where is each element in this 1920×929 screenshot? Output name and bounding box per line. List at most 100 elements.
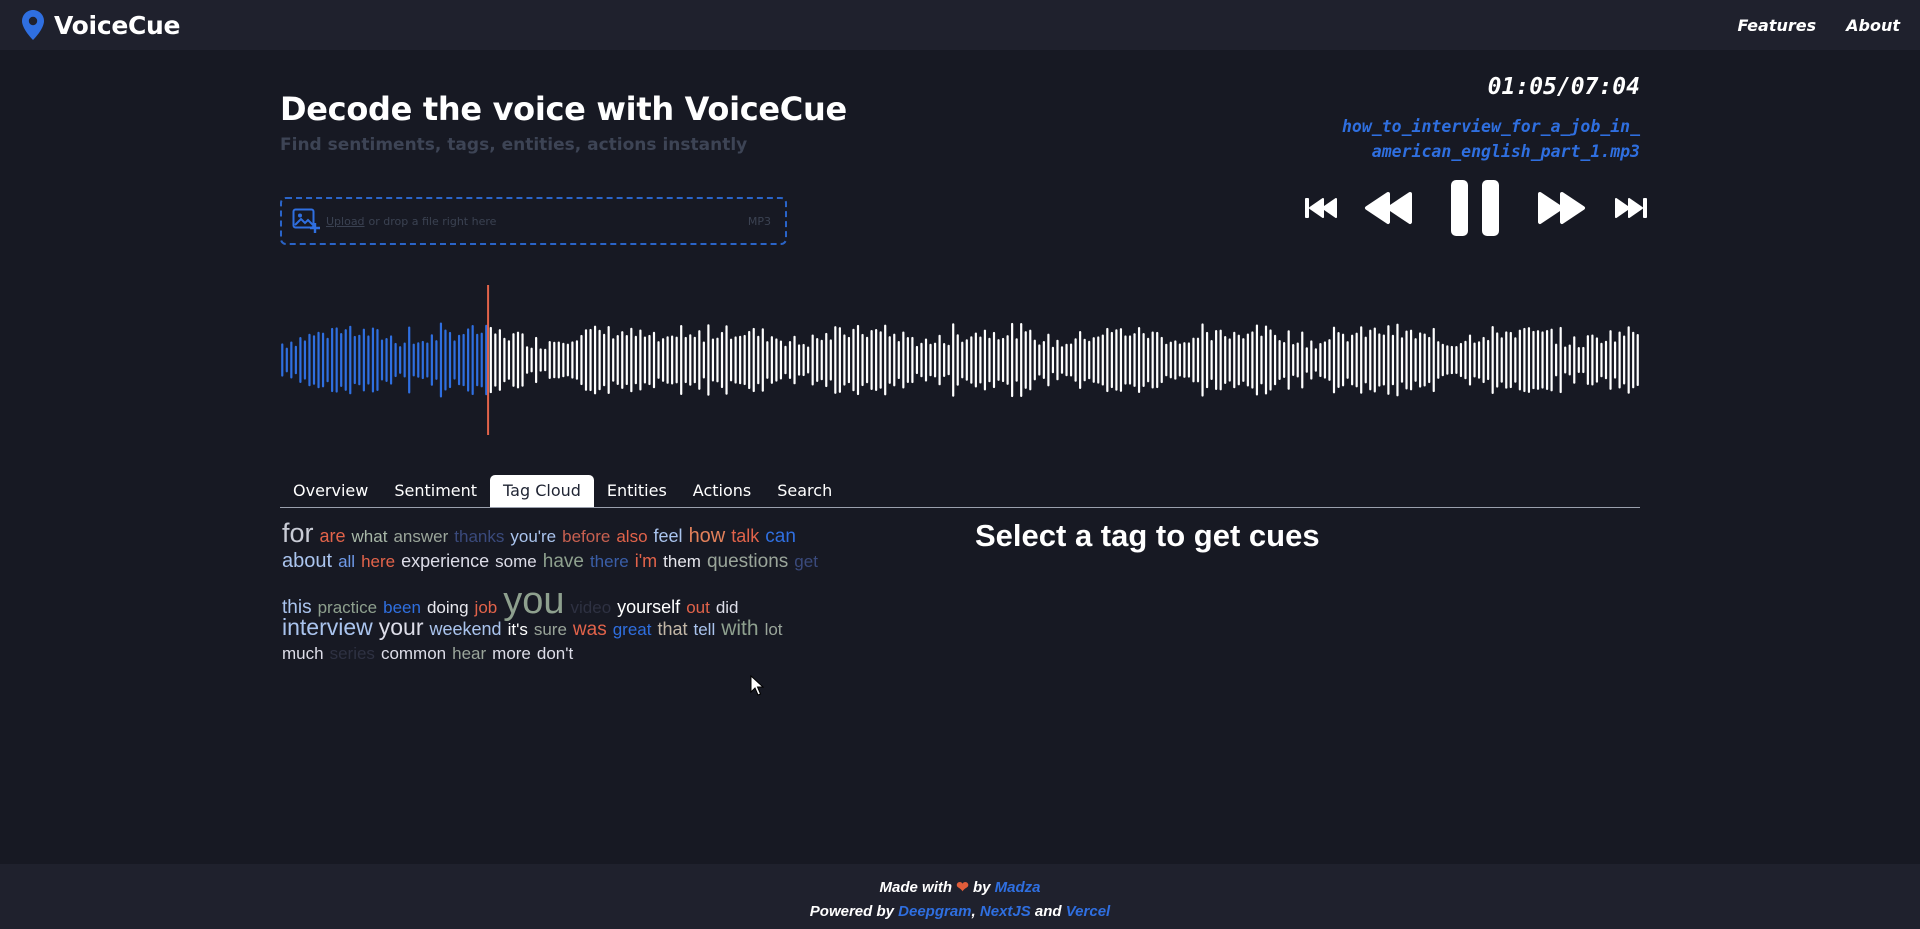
pause-button[interactable] — [1449, 178, 1501, 238]
tab-overview[interactable]: Overview — [280, 475, 381, 507]
tag-series[interactable]: series — [330, 644, 375, 664]
brand-name: VoiceCue — [54, 10, 181, 40]
pause-icon — [1451, 180, 1499, 236]
tag-dont[interactable]: don't — [537, 644, 573, 664]
tag-im[interactable]: i'm — [635, 551, 657, 572]
footer-by: by — [972, 879, 991, 896]
tab-actions[interactable]: Actions — [680, 475, 764, 507]
tag-common[interactable]: common — [381, 644, 446, 664]
add-image-icon — [292, 208, 320, 234]
tag-weekend[interactable]: weekend — [430, 619, 502, 640]
tag-interview[interactable]: interview — [282, 614, 373, 641]
author-link[interactable]: Madza — [995, 879, 1041, 896]
tab-search[interactable]: Search — [764, 475, 845, 507]
skip-forward-icon — [1615, 198, 1647, 218]
footer-and: and — [1034, 903, 1062, 920]
tab-bar: Overview Sentiment Tag Cloud Entities Ac… — [280, 475, 1640, 508]
footer-powered: Powered by Deepgram, NextJS and Vercel — [809, 903, 1111, 920]
page-title: Decode the voice with VoiceCue — [280, 90, 847, 128]
heart-icon: ❤ — [956, 879, 969, 896]
top-navbar: VoiceCue Features About — [0, 0, 1920, 50]
tag-tell[interactable]: tell — [693, 620, 715, 640]
tag-can[interactable]: can — [765, 526, 796, 548]
tag-some[interactable]: some — [495, 552, 537, 572]
nav-link-features[interactable]: Features — [1737, 16, 1816, 35]
skip-forward-button[interactable] — [1614, 196, 1648, 220]
tag-how[interactable]: how — [689, 525, 726, 548]
page-subtitle: Find sentiments, tags, entities, actions… — [280, 135, 748, 155]
footer-powered-by: Powered by — [809, 903, 894, 920]
tag-have[interactable]: have — [543, 551, 584, 573]
file-type-label: MP3 — [747, 214, 771, 228]
tag-feel[interactable]: feel — [654, 526, 683, 547]
tag-was[interactable]: was — [573, 619, 607, 641]
tag-answer[interactable]: answer — [393, 527, 448, 547]
tag-video[interactable]: video — [571, 598, 612, 618]
tag-get[interactable]: get — [794, 552, 818, 572]
fast-forward-button[interactable] — [1536, 191, 1586, 225]
tag-what[interactable]: what — [352, 527, 388, 547]
file-name-line-1: how_to_interview_for_a_job_in_ — [1341, 117, 1640, 136]
fast-forward-icon — [1538, 192, 1585, 224]
brand[interactable]: VoiceCue — [22, 10, 181, 40]
player-controls — [1300, 175, 1650, 241]
file-name: how_to_interview_for_a_job_in_ american_… — [1260, 114, 1640, 164]
tag-out[interactable]: out — [686, 598, 710, 618]
mouse-cursor-icon — [750, 675, 764, 696]
deepgram-link[interactable]: Deepgram — [898, 903, 971, 920]
tag-also[interactable]: also — [616, 527, 647, 547]
upload-dropzone[interactable]: Upload or drop a file right here MP3 — [280, 197, 787, 245]
location-pin-icon — [22, 10, 44, 40]
tab-entities[interactable]: Entities — [594, 475, 680, 507]
tag-did[interactable]: did — [716, 598, 739, 618]
tag-cloud: for are what answer thanks you're before also fe… — [282, 518, 952, 670]
tag-hear[interactable]: hear — [452, 644, 486, 664]
skip-back-button[interactable] — [1304, 196, 1338, 220]
tag-job[interactable]: job — [475, 598, 498, 618]
tag-thanks[interactable]: thanks — [454, 527, 504, 547]
upload-hint: or drop a file right here — [368, 214, 497, 228]
tag-experience[interactable]: experience — [401, 551, 489, 572]
tag-are[interactable]: are — [320, 526, 346, 547]
vercel-link[interactable]: Vercel — [1066, 903, 1110, 920]
tag-doing[interactable]: doing — [427, 598, 469, 618]
tag-cloud-row: this practice been doing job you video yourself… — [282, 580, 952, 622]
tag-talk[interactable]: talk — [731, 526, 759, 547]
tag-all[interactable]: all — [338, 552, 355, 572]
tag-its[interactable]: it's — [508, 620, 528, 640]
tab-tag-cloud[interactable]: Tag Cloud — [490, 475, 594, 507]
rewind-button[interactable] — [1364, 191, 1414, 225]
tag-cloud-row: much series common hear more don't — [282, 644, 952, 670]
footer: Made with ❤ by Madza Powered by Deepgram… — [0, 864, 1920, 929]
tag-you[interactable]: you — [503, 580, 564, 623]
tag-your[interactable]: your — [379, 614, 424, 641]
tag-that[interactable]: that — [657, 619, 687, 640]
tag-for[interactable]: for — [282, 518, 314, 549]
tag-with[interactable]: with — [721, 617, 758, 641]
tag-cloud-row: about all here experience some have there i'm th… — [282, 550, 952, 580]
tag-cloud-row: for are what answer thanks you're before also fe… — [282, 518, 952, 550]
footer-made-with: Made with — [879, 879, 953, 896]
tag-here[interactable]: here — [361, 552, 395, 572]
tag-there[interactable]: there — [590, 552, 629, 572]
tag-questions[interactable]: questions — [707, 551, 788, 573]
tag-about[interactable]: about — [282, 550, 332, 573]
tag-youre[interactable]: you're — [510, 527, 556, 547]
tag-them[interactable]: them — [663, 552, 701, 572]
tag-more[interactable]: more — [492, 644, 531, 664]
tag-much[interactable]: much — [282, 644, 324, 664]
nav-link-about[interactable]: About — [1846, 16, 1900, 35]
skip-back-icon — [1305, 198, 1337, 218]
tag-before[interactable]: before — [562, 527, 610, 547]
tag-sure[interactable]: sure — [534, 620, 567, 640]
tag-lot[interactable]: lot — [765, 620, 783, 640]
nextjs-link[interactable]: NextJS — [980, 903, 1031, 920]
upload-link[interactable]: Upload — [326, 215, 365, 228]
tag-cloud-row: interview your weekend it's sure was great that… — [282, 614, 952, 644]
cues-title: Select a tag to get cues — [975, 518, 1320, 553]
rewind-icon — [1365, 192, 1412, 224]
tab-sentiment[interactable]: Sentiment — [381, 475, 490, 507]
tag-great[interactable]: great — [613, 620, 652, 640]
tag-yourself[interactable]: yourself — [617, 597, 680, 618]
audio-waveform[interactable] — [280, 285, 1640, 435]
